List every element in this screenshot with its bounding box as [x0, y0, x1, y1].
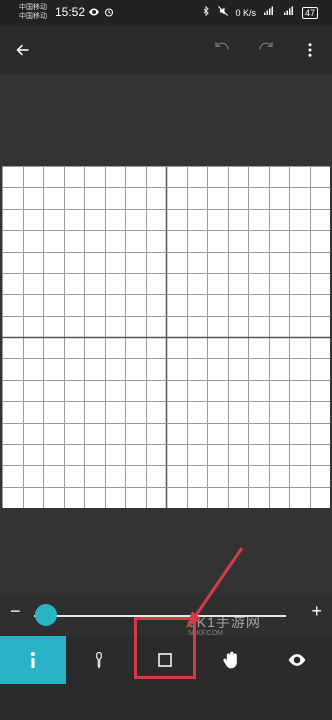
grid-lines [2, 166, 331, 509]
carrier-2: 中国移动 [19, 13, 47, 20]
eye-status-icon [88, 5, 100, 23]
carrier-1: 中国移动 [19, 4, 47, 11]
carrier-info: 中国移动 中国移动 [19, 3, 47, 21]
status-time: 15:52 [55, 5, 86, 19]
status-bar: 中国移动 中国移动 15:52 0 K/s 47 [0, 0, 332, 26]
info-icon [31, 652, 35, 668]
zoom-slider-handle[interactable] [35, 604, 57, 626]
alarm-status-icon [103, 5, 115, 23]
back-button[interactable] [10, 38, 34, 62]
watermark: 5K1手游网 5KKF.COM [188, 612, 261, 637]
eye-icon [288, 654, 306, 666]
bluetooth-icon [201, 4, 211, 22]
undo-icon [215, 41, 229, 50]
watermark-text: 5K1手游网 [188, 614, 261, 630]
info-tool-button[interactable] [0, 636, 66, 684]
highlight-box [134, 617, 196, 679]
mute-icon [217, 4, 229, 22]
redo-button[interactable] [254, 38, 278, 62]
zoom-out-button[interactable]: − [10, 601, 21, 622]
battery-level: 47 [301, 7, 318, 19]
more-vert-icon [308, 43, 312, 57]
signal-icon [262, 4, 276, 22]
network-speed: 0 K/s [235, 8, 256, 18]
zoom-in-button[interactable]: + [311, 601, 322, 622]
view-tool-button[interactable] [264, 636, 330, 684]
redo-icon [259, 41, 273, 50]
eyedropper-icon [96, 651, 102, 669]
hand-icon [223, 651, 237, 669]
more-options-button[interactable] [298, 38, 322, 62]
speed-unit: K/s [242, 8, 256, 18]
pan-tool-button[interactable] [198, 636, 264, 684]
dropper-tool-button[interactable] [66, 636, 132, 684]
watermark-subtext: 5KKF.COM [188, 630, 224, 637]
signal-2-icon [282, 4, 296, 22]
drawing-canvas-area [0, 74, 332, 592]
undo-button[interactable] [210, 38, 234, 62]
pixel-grid[interactable] [2, 166, 331, 509]
speed-value: 0 [235, 8, 241, 18]
battery-icon: 47 [301, 7, 318, 19]
status-icons-right: 0 K/s 47 [201, 4, 318, 22]
top-toolbar [0, 26, 332, 74]
arrow-left-icon [16, 44, 29, 56]
status-icons-left [88, 5, 115, 23]
